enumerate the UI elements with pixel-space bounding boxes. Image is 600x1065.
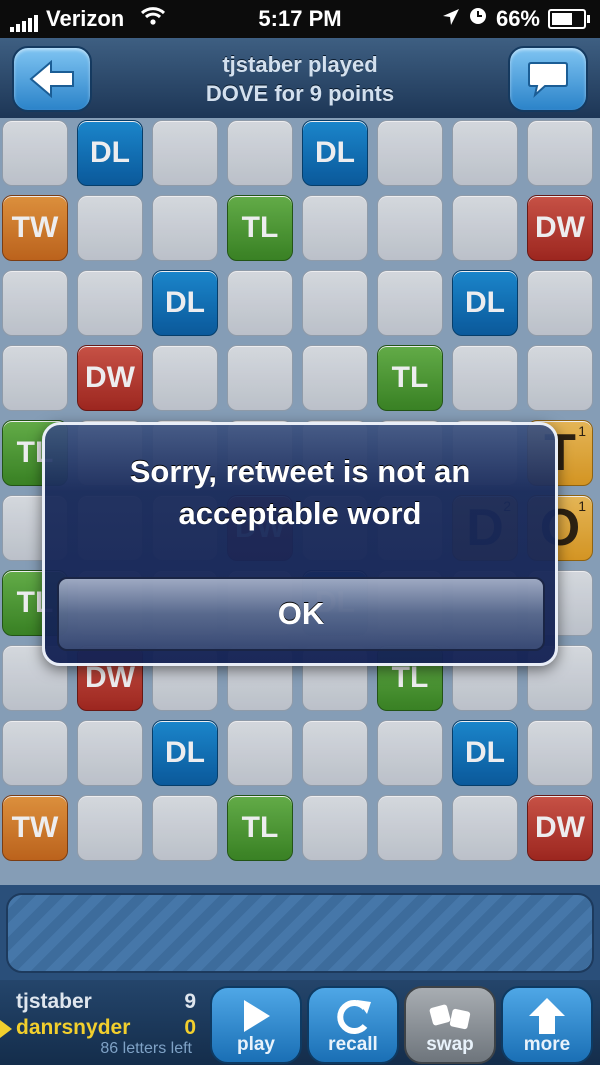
location-icon: [442, 6, 460, 32]
current-turn-icon: [0, 1020, 12, 1038]
player-score: 0: [184, 1016, 196, 1039]
back-button[interactable]: [12, 46, 92, 112]
recall-icon: [337, 1000, 371, 1034]
battery-icon: [548, 9, 590, 29]
status-right: 66%: [442, 6, 590, 32]
status-bar: Verizon 5:17 PM 66%: [0, 0, 600, 38]
alert-message: Sorry, retweet is not an acceptable word: [129, 454, 471, 531]
arrow-up-icon: [529, 998, 565, 1034]
player-score-row: tjstaber 9: [16, 990, 196, 1014]
swap-button[interactable]: swap: [404, 986, 496, 1064]
game-header: tjstaber played DOVE for 9 points: [0, 38, 600, 120]
last-move-player: tjstaber played: [222, 52, 378, 77]
last-move-word: DOVE for 9 points: [205, 81, 395, 106]
chat-bubble-icon: [528, 62, 568, 98]
player-name: tjstaber: [16, 990, 92, 1013]
scoreboard: tjstaber 9 danrsnyder 0 86 letters left: [0, 980, 205, 1065]
play-label: play: [236, 1034, 276, 1055]
more-button[interactable]: more: [501, 986, 593, 1064]
last-move-summary: tjstaber played DOVE for 9 points: [120, 50, 480, 108]
play-button[interactable]: play: [210, 986, 302, 1064]
invalid-word-alert: Sorry, retweet is not an acceptable word…: [42, 422, 558, 666]
letters-left: 86 letters left: [100, 1040, 192, 1057]
swap-icon: [429, 1004, 471, 1030]
battery-percent: 66%: [495, 6, 540, 31]
alarm-icon: [468, 6, 488, 32]
swap-label: swap: [426, 1034, 474, 1055]
chat-button[interactable]: [508, 46, 588, 112]
player-score-row: danrsnyder 0: [16, 1016, 196, 1040]
bottom-toolbar: tjstaber 9 danrsnyder 0 86 letters left …: [0, 980, 600, 1065]
arrow-left-icon: [29, 60, 74, 98]
ok-button[interactable]: OK: [57, 577, 545, 651]
player-name: danrsnyder: [16, 1016, 131, 1039]
more-label: more: [523, 1034, 571, 1055]
recall-label: recall: [328, 1034, 378, 1055]
tile-rack[interactable]: [6, 893, 594, 973]
tile-rack-area: [0, 885, 600, 980]
player-score: 9: [184, 990, 196, 1013]
recall-button[interactable]: recall: [307, 986, 399, 1064]
play-icon: [244, 1000, 270, 1032]
